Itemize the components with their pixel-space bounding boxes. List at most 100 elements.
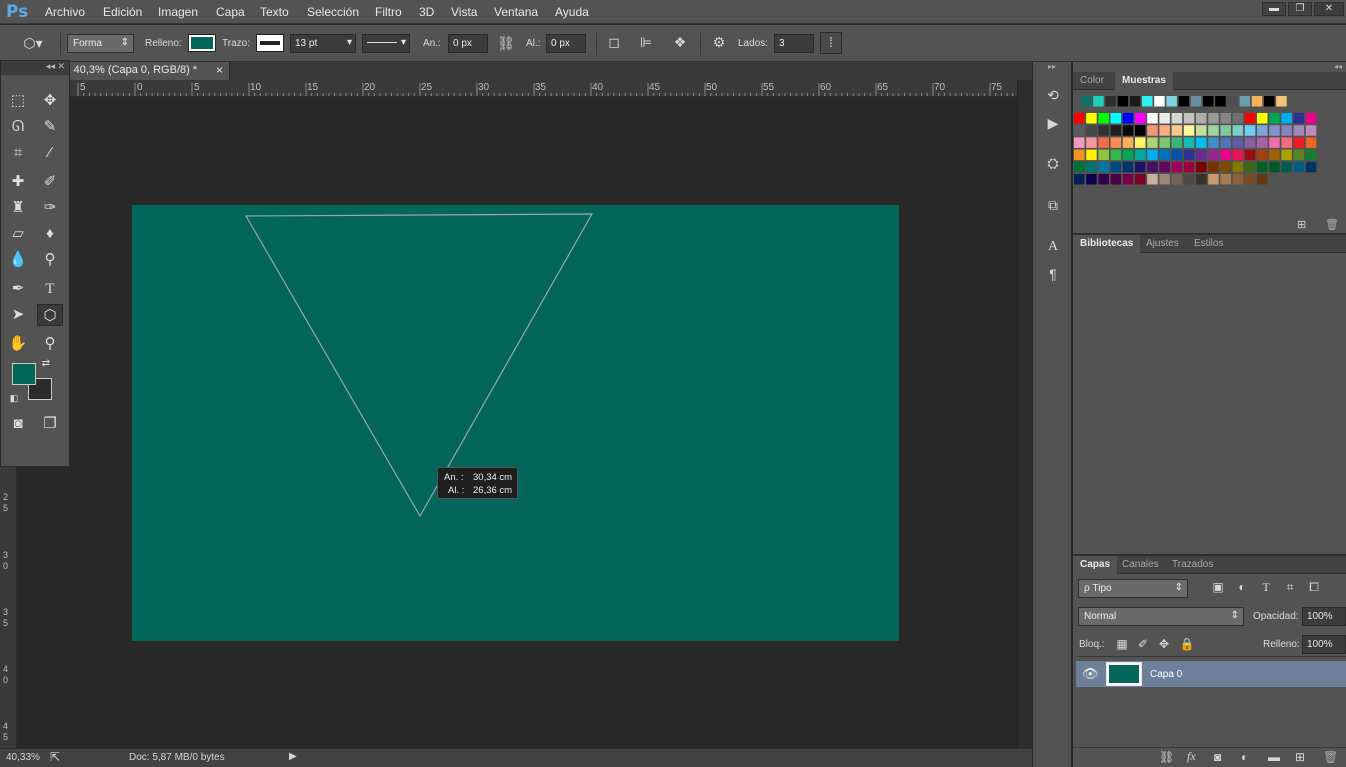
3d-panel-icon[interactable]: ⛭ xyxy=(1043,154,1063,172)
lock-image-icon[interactable]: ✐ xyxy=(1135,635,1151,653)
menu-archivo[interactable]: Archivo xyxy=(45,5,85,19)
menu-ventana[interactable]: Ventana xyxy=(494,5,538,19)
add-mask-icon[interactable]: ◙ xyxy=(1214,750,1221,764)
tab-muestras[interactable]: Muestras xyxy=(1115,72,1173,90)
stroke-type-select[interactable]: ▾ xyxy=(362,34,410,53)
document-tab[interactable]: al 40,3% (Capa 0, RGB/8) * × xyxy=(62,62,230,80)
eraser-icon[interactable]: ▱ xyxy=(7,223,29,245)
link-icon[interactable]: ⛓ xyxy=(496,34,516,52)
filter-type-icon[interactable]: T xyxy=(1257,578,1275,596)
visibility-eye-icon[interactable]: 👁 xyxy=(1082,666,1099,682)
gear-icon[interactable]: ⚙ xyxy=(708,33,730,51)
trash-icon[interactable]: 🗑 xyxy=(1325,218,1339,231)
eyedropper-icon[interactable]: ⁄ xyxy=(39,142,61,164)
menu-capa[interactable]: Capa xyxy=(216,5,245,19)
dock-collapse-icon[interactable]: ▸▸ xyxy=(1033,62,1071,72)
panels-collapse-icon[interactable]: ◂◂ xyxy=(1073,62,1346,72)
type-icon[interactable]: T xyxy=(39,278,61,300)
lock-all-icon[interactable]: 🔒 xyxy=(1179,635,1195,653)
filter-pixel-icon[interactable]: ▣ xyxy=(1209,578,1227,596)
new-group-icon[interactable]: ▬ xyxy=(1268,750,1280,764)
stroke-width-field[interactable]: 13 pt ▾ xyxy=(290,34,356,53)
clone-source-icon[interactable]: ⧉ xyxy=(1043,196,1063,214)
zoom-icon[interactable]: ⚲ xyxy=(39,333,61,355)
document-canvas[interactable] xyxy=(132,205,899,641)
polygon-icon[interactable]: ⬡ xyxy=(37,304,63,326)
screen-mode-icon[interactable]: ❐ xyxy=(39,413,61,435)
status-menu-arrow-icon[interactable]: ▶ xyxy=(289,751,297,762)
history-brush-icon[interactable]: ✑ xyxy=(39,197,61,219)
filter-adjustment-icon[interactable]: ◐ xyxy=(1233,578,1251,596)
link-layers-icon[interactable]: ⛓ xyxy=(1159,750,1174,764)
bucket-icon[interactable]: ♦ xyxy=(39,223,61,245)
menu-3d[interactable]: 3D xyxy=(419,5,434,19)
lasso-icon[interactable]: ᘏ xyxy=(7,116,29,138)
restore-button[interactable]: ❐ xyxy=(1288,2,1312,16)
tab-capas[interactable]: Capas xyxy=(1073,556,1118,574)
quick-select-icon[interactable]: ✎ xyxy=(39,116,61,138)
quickmask-icon[interactable]: ◙ xyxy=(7,413,29,435)
history-panel-icon[interactable]: ⟲ xyxy=(1043,86,1063,104)
new-swatch-icon[interactable]: ⊞ xyxy=(1297,218,1306,231)
stamp-icon[interactable]: ♜ xyxy=(7,197,29,219)
pen-icon[interactable]: ✒ xyxy=(7,278,29,300)
hand-icon[interactable]: ✋ xyxy=(7,333,29,355)
dodge-icon[interactable]: ⚲ xyxy=(39,249,61,271)
layer-row[interactable]: 👁 Capa 0 xyxy=(1076,661,1346,687)
tab-bibliotecas[interactable]: Bibliotecas xyxy=(1073,235,1141,253)
menu-ayuda[interactable]: Ayuda xyxy=(555,5,589,19)
tab-canales[interactable]: Canales xyxy=(1115,556,1166,574)
tab-color[interactable]: Color xyxy=(1073,72,1111,90)
path-select-icon[interactable]: ➤ xyxy=(7,304,29,326)
paragraph-panel-icon[interactable]: ¶ xyxy=(1043,265,1063,283)
fill-swatch[interactable] xyxy=(188,34,216,52)
new-layer-icon[interactable]: ⊞ xyxy=(1295,750,1305,764)
height-field[interactable]: 0 px xyxy=(546,34,586,53)
menu-seleccion[interactable]: Selección xyxy=(307,5,359,19)
filter-smart-object-icon[interactable]: ⧠ xyxy=(1305,578,1323,596)
actions-panel-icon[interactable]: ▶ xyxy=(1043,114,1063,132)
menu-edicion[interactable]: Edición xyxy=(103,5,142,19)
align-edges-icon[interactable]: ⁞ xyxy=(820,32,842,54)
layer-name[interactable]: Capa 0 xyxy=(1150,669,1182,680)
menu-texto[interactable]: Texto xyxy=(260,5,289,19)
vertical-scrollbar[interactable] xyxy=(1017,80,1032,748)
menu-imagen[interactable]: Imagen xyxy=(158,5,198,19)
lock-position-icon[interactable]: ✥ xyxy=(1156,635,1172,653)
toolbox-header[interactable]: ◂◂ ✕ xyxy=(1,61,69,75)
zoom-level[interactable]: 40,33% xyxy=(6,752,40,763)
tab-ajustes[interactable]: Ajustes xyxy=(1139,235,1186,253)
path-arrangement-icon[interactable]: ❖ xyxy=(670,33,690,51)
adjustment-layer-icon[interactable]: ◐ xyxy=(1241,750,1248,764)
filter-shape-icon[interactable]: ⌗ xyxy=(1281,578,1299,596)
tool-preset-icon[interactable]: ⬡▾ xyxy=(18,34,48,52)
crop-icon[interactable]: ⌗ xyxy=(7,142,29,164)
path-operations-icon[interactable]: ◻ xyxy=(604,33,624,51)
fill-opacity-field[interactable]: 100% xyxy=(1302,635,1346,654)
stroke-swatch[interactable] xyxy=(256,34,284,52)
character-panel-icon[interactable]: A xyxy=(1043,238,1063,256)
blur-icon[interactable]: 💧 xyxy=(7,249,29,271)
layer-style-icon[interactable]: fx xyxy=(1187,749,1196,764)
close-window-button[interactable]: ✕ xyxy=(1314,2,1344,16)
tab-trazados[interactable]: Trazados xyxy=(1165,556,1220,574)
delete-layer-icon[interactable]: 🗑 xyxy=(1323,750,1338,764)
lock-transparency-icon[interactable]: ▦ xyxy=(1114,635,1130,653)
share-icon[interactable]: ⇱ xyxy=(50,750,60,764)
move-icon[interactable]: ✥ xyxy=(39,90,61,112)
blend-mode-select[interactable]: Normal ⇕ xyxy=(1078,607,1244,626)
width-field[interactable]: 0 px xyxy=(448,34,488,53)
foreground-color-swatch[interactable] xyxy=(12,363,36,385)
default-colors-icon[interactable]: ◧ xyxy=(7,391,21,405)
swatches-grid[interactable] xyxy=(1073,92,1346,222)
path-alignment-icon[interactable]: ⊫ xyxy=(636,33,656,51)
close-tab-icon[interactable]: × xyxy=(216,63,223,77)
menu-vista[interactable]: Vista xyxy=(451,5,477,19)
sides-field[interactable]: 3 xyxy=(774,34,814,53)
swap-colors-icon[interactable]: ⇄ xyxy=(39,357,53,371)
brush-icon[interactable]: ✐ xyxy=(39,171,61,193)
healing-icon[interactable]: ✚ xyxy=(7,171,29,193)
minimize-button[interactable]: ▬ xyxy=(1262,2,1286,16)
menu-filtro[interactable]: Filtro xyxy=(375,5,402,19)
marquee-icon[interactable]: ⬚ xyxy=(7,90,29,112)
